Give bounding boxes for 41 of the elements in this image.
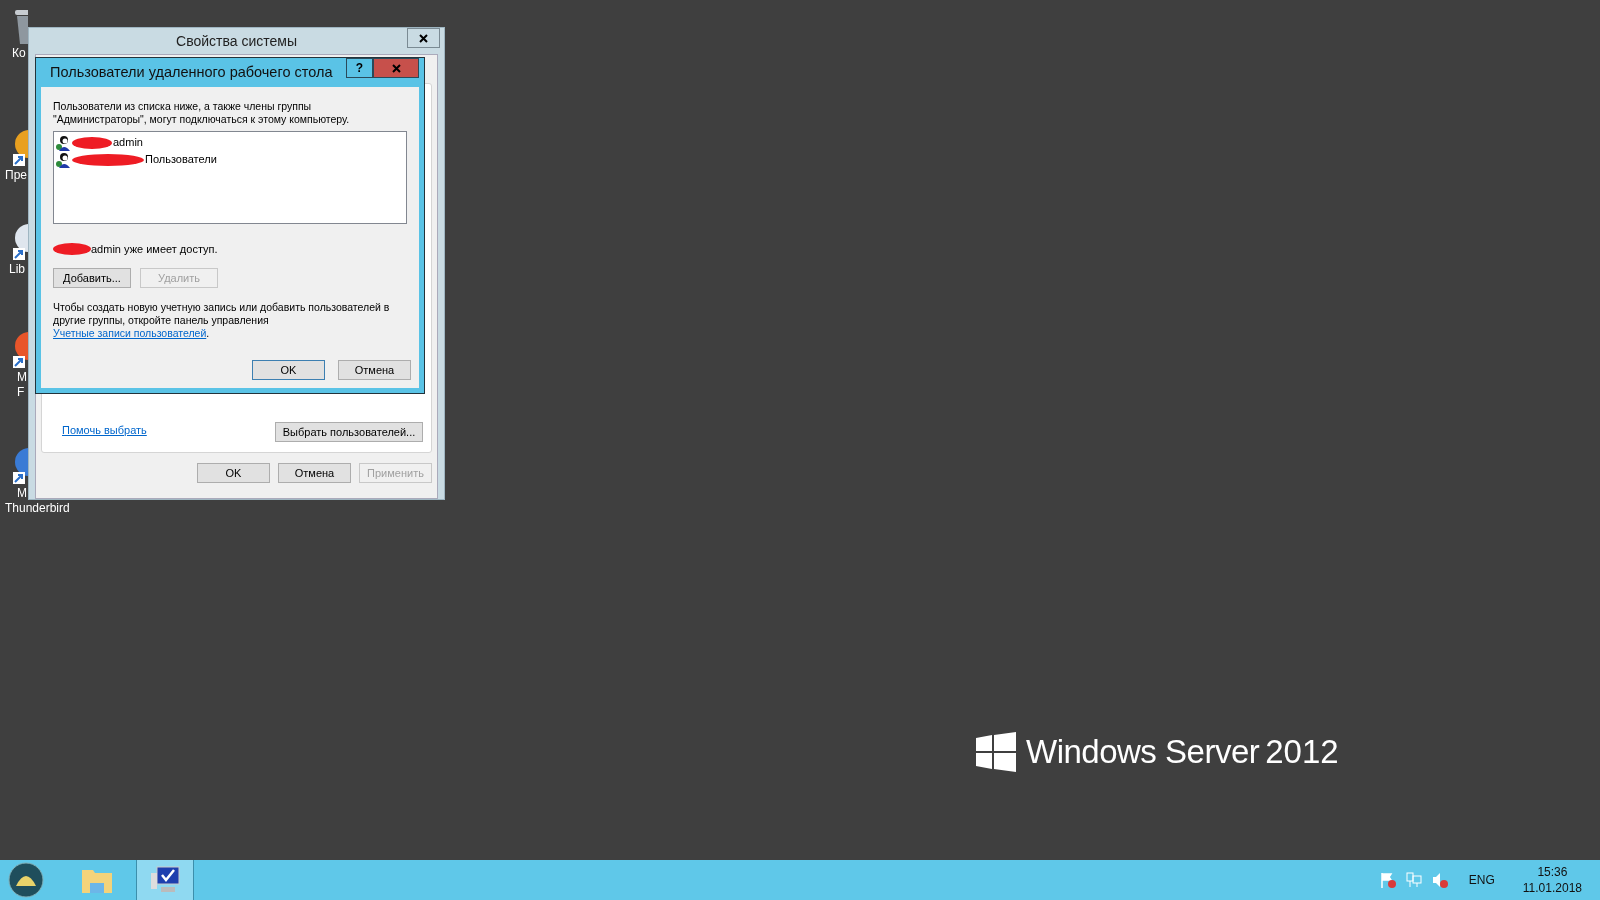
note-text: Чтобы создать новую учетную запись или добавить пользователей в другие группы, откройте панель управления Учетные записи пользователей. (53, 301, 391, 340)
logo-brand: Windows Server (1026, 732, 1260, 772)
desktop-icon-label: F (17, 385, 25, 400)
desktop-icon-label: Lib (9, 262, 25, 277)
clock-time: 15:36 (1537, 864, 1568, 880)
dialog-title: Пользователи удаленного рабочего стола (49, 62, 333, 82)
user-list-item[interactable]: admin (113, 134, 143, 151)
clock-date: 11.01.2018 (1522, 880, 1582, 896)
desktop-icon-label: Thunderbird (5, 501, 70, 516)
clock[interactable]: 15:36 11.01.2018 (1522, 864, 1582, 896)
desktop-icon-label: M (17, 370, 27, 385)
action-button[interactable]: Добавить... (53, 268, 131, 288)
window-title: Свойства системы (176, 31, 297, 51)
close-icon (419, 33, 428, 43)
dialog-button[interactable]: Отмена (278, 463, 351, 483)
logo-version: 2012 (1265, 732, 1339, 772)
select-users-button[interactable]: Выбрать пользователей... (275, 422, 423, 442)
redaction-mark (72, 136, 112, 149)
taskbar-app-button[interactable] (136, 860, 194, 900)
speaker-muted-icon[interactable] (1430, 871, 1449, 889)
windows-logo-icon (976, 731, 1016, 772)
close-icon (391, 63, 401, 73)
shell-icon (8, 862, 44, 898)
user-list-item[interactable]: Пользователи (145, 151, 217, 168)
help-button[interactable]: ? (346, 58, 373, 78)
dialog-button[interactable]: OK (252, 360, 325, 380)
computer-icon (149, 865, 181, 895)
desktop-icon-label: Пре (5, 168, 27, 183)
status-text: admin уже имеет доступ. (91, 241, 218, 257)
intro-text: Пользователи из списка ниже, а также члены группы "Администраторы", могут подключаться к этому компьютеру. (53, 100, 351, 126)
dialog-button[interactable]: Отмена (338, 360, 411, 380)
dialog-button[interactable]: OK (197, 463, 270, 483)
desktop-icon-label: M (17, 486, 27, 501)
flag-error-icon[interactable] (1378, 871, 1397, 889)
start-button[interactable] (6, 861, 46, 899)
desktop-icon-label: Ко (12, 46, 26, 61)
close-button[interactable] (407, 28, 440, 48)
language-indicator[interactable]: ENG (1468, 871, 1495, 889)
help-link[interactable]: Помочь выбрать (62, 421, 147, 438)
redaction-mark (53, 243, 91, 255)
redaction-mark (72, 153, 144, 166)
